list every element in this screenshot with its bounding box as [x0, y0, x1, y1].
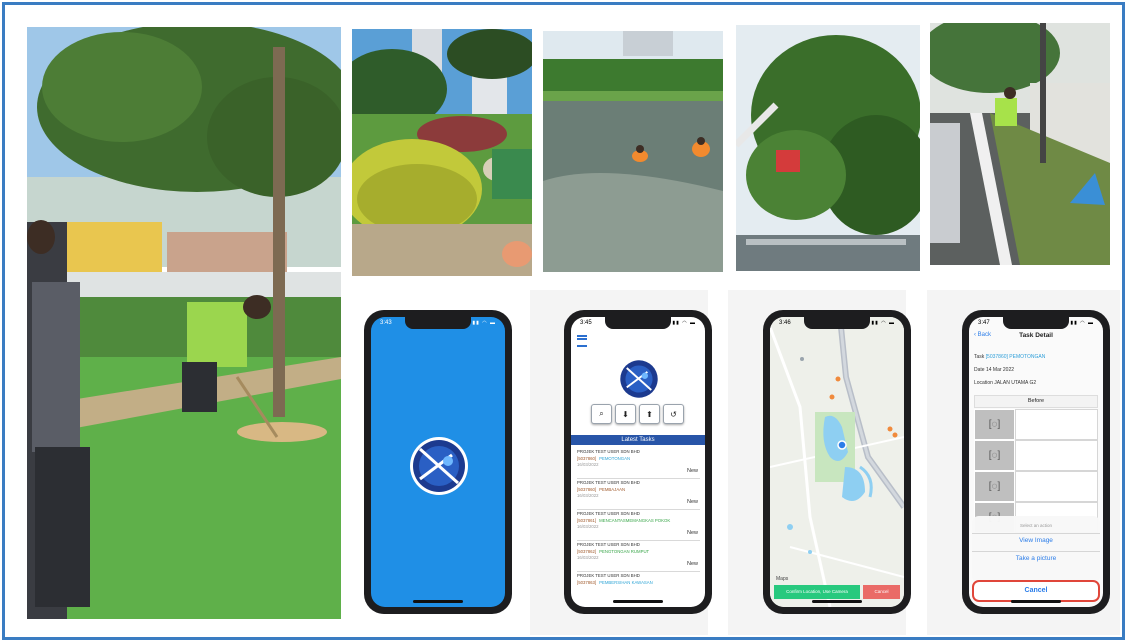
task-id: [5037860]: [577, 455, 597, 461]
history-button[interactable]: ↺: [663, 404, 684, 424]
task-type: PEMBERSIHAN KAWASAN: [599, 579, 653, 585]
map-view[interactable]: [770, 317, 904, 607]
confirm-location-button[interactable]: Confirm Location, Use Camera: [774, 585, 860, 599]
task-row[interactable]: PROJEK TEST USER SDN BHD [5037862] PENGTO…: [577, 542, 700, 572]
clock: 3:47: [978, 320, 990, 326]
map-screen: 3:46 ▮▮ ◠ ▬ Maps Confirm Location, Use C…: [770, 317, 904, 607]
task-id: [5037861]: [577, 517, 597, 523]
task-id: [5037863]: [577, 579, 597, 585]
worker-pruning-shrub-photo: [352, 29, 532, 276]
status-bar: 3:43 ▮▮ ◠ ▬: [380, 320, 496, 330]
task-date: 16/03/2022: [577, 524, 599, 529]
phone-home: 3:45 ▮▮ ◠ ▬ ⌕ ⬇ ⬆ ↺ Latest Tasks PROJEK …: [564, 310, 712, 614]
home-indicator: [413, 600, 463, 603]
photo-slot[interactable]: [1015, 471, 1098, 502]
splash-screen: 3:43 ▮▮ ◠ ▬: [371, 317, 505, 607]
action-sheet-header: Select an action: [1019, 523, 1053, 528]
tree-pruning-crane-photo: [736, 25, 920, 271]
status-icons: ▮▮ ◠ ▬: [472, 320, 496, 326]
phone-map: 3:46 ▮▮ ◠ ▬ Maps Confirm Location, Use C…: [763, 310, 911, 614]
task-line: Task [5037860] PEMOTONGAN: [974, 354, 1045, 360]
home-indicator: [812, 600, 862, 603]
collage-frame: 3:43 ▮▮ ◠ ▬ 3:45 ▮▮ ◠ ▬ ⌕ ⬇ ⬆ ↺ Latest T…: [2, 2, 1125, 640]
date-value: 14 Mar 2022: [985, 367, 1015, 373]
clock: 3:45: [580, 320, 592, 326]
workers-cleaning-pond-photo: [543, 31, 723, 272]
home-indicator: [1011, 600, 1061, 603]
phone-splash: 3:43 ▮▮ ◠ ▬: [364, 310, 512, 614]
photo-slot[interactable]: [1015, 409, 1098, 440]
task-status: New: [686, 468, 698, 474]
camera-icon[interactable]: [◌]: [974, 471, 1015, 502]
clock: 3:43: [380, 320, 392, 326]
task-id: [5037860]: [577, 486, 597, 492]
task-status: New: [686, 499, 698, 505]
view-image-option[interactable]: View Image: [972, 537, 1100, 544]
task-row[interactable]: PROJEK TEST USER SDN BHD [5037861] MENCAN…: [577, 511, 700, 541]
task-type: PEMOTONGAN: [599, 455, 631, 461]
status-bar: 3:47 ▮▮ ◠ ▬: [978, 320, 1094, 330]
task-detail-screen: 3:47 ▮▮ ◠ ▬ ‹ Back Task Detail Task [503…: [969, 317, 1103, 607]
cancel-button[interactable]: Cancel: [972, 580, 1100, 602]
clock: 3:46: [779, 320, 791, 326]
task-type: PENGTONGAN RUMPUT: [599, 548, 650, 554]
status-bar: 3:45 ▮▮ ◠ ▬: [580, 320, 696, 330]
app-logo-icon: [410, 437, 468, 495]
cancel-button[interactable]: Cancel: [863, 585, 900, 599]
status-bar: 3:46 ▮▮ ◠ ▬: [779, 320, 895, 330]
action-sheet: Select an action View Image Take a pictu…: [972, 516, 1100, 583]
task-type: PEMBAJAAN: [599, 486, 626, 492]
latest-tasks-header: Latest Tasks: [571, 435, 705, 445]
task-label: Task: [974, 354, 985, 360]
home-screen: 3:45 ▮▮ ◠ ▬ ⌕ ⬇ ⬆ ↺ Latest Tasks PROJEK …: [571, 317, 705, 607]
camera-icon[interactable]: [◌]: [974, 409, 1015, 440]
date-line: Date 14 Mar 2022: [974, 367, 1014, 373]
take-picture-option[interactable]: Take a picture: [972, 555, 1100, 562]
task-row[interactable]: PROJEK TEST USER SDN BHD [5037860] PEMOTO…: [577, 449, 700, 479]
task-type: MENCANTASMEMANGKAS POKOK: [599, 517, 671, 523]
page-title: Task Detail: [1019, 332, 1053, 339]
download-button[interactable]: ⬇: [615, 404, 636, 424]
status-icons: ▮▮ ◠ ▬: [1070, 320, 1094, 326]
location-label: Location: [974, 380, 993, 386]
photo-slot[interactable]: [1015, 440, 1098, 471]
before-header: Before: [974, 395, 1098, 408]
location-value: JALAN UTAMA G2: [994, 380, 1037, 386]
task-date: 16/03/2022: [577, 462, 599, 467]
maps-attribution: Maps: [776, 576, 789, 582]
home-indicator: [613, 600, 663, 603]
phone-task-detail: 3:47 ▮▮ ◠ ▬ ‹ Back Task Detail Task [503…: [962, 310, 1110, 614]
task-row[interactable]: PROJEK TEST USER SDN BHD [5037860] PEMBAJ…: [577, 480, 700, 510]
divider: [972, 551, 1100, 552]
task-date: 16/03/2022: [577, 493, 599, 498]
search-button[interactable]: ⌕: [591, 404, 612, 424]
divider: [972, 533, 1100, 534]
task-status: New: [686, 561, 698, 567]
date-label: Date: [974, 367, 985, 373]
task-id: [5037862]: [577, 548, 597, 554]
camera-icon[interactable]: [◌]: [974, 440, 1015, 471]
workers-trimming-grass-photo: [27, 27, 341, 619]
tool-row: ⌕ ⬇ ⬆ ↺: [591, 404, 684, 424]
task-row[interactable]: PROJEK TEST USER SDN BHD [5037863] PEMBER…: [577, 573, 700, 602]
worker-cleaning-roadside-photo: [930, 23, 1110, 265]
task-date: 16/03/2022: [577, 555, 599, 560]
task-status: New: [686, 530, 698, 536]
app-logo-icon: [620, 360, 658, 398]
location-line: Location JALAN UTAMA G2: [974, 380, 1036, 386]
hamburger-menu-icon[interactable]: [577, 335, 587, 347]
status-icons: ▮▮ ◠ ▬: [672, 320, 696, 326]
status-icons: ▮▮ ◠ ▬: [871, 320, 895, 326]
upload-button[interactable]: ⬆: [639, 404, 660, 424]
task-value: [5037860] PEMOTONGAN: [985, 354, 1046, 360]
